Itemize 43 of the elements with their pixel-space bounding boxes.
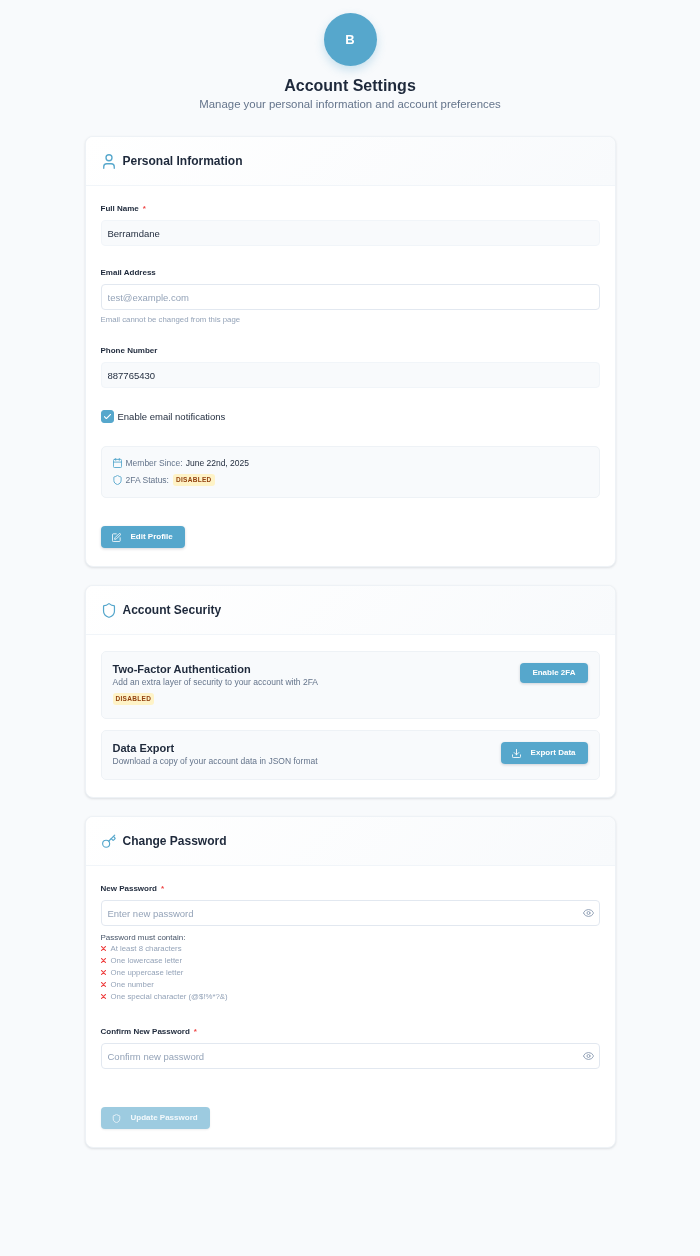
field-label: Email Address [100,268,156,278]
page-subtitle: Manage your personal information and account preferences [199,97,501,111]
field-label: Phone Number [100,346,158,356]
check-icon [103,414,111,419]
text-field[interactable]: 887765430 [100,362,600,388]
avatar: B [323,13,377,66]
eye-icon[interactable] [582,909,594,917]
required-mark: * [193,1027,197,1037]
eye-icon[interactable] [582,1052,594,1060]
requirements-title: Password must contain: [100,933,187,942]
checkbox-label[interactable]: Enable email notifications [117,410,226,423]
calendar-icon [112,458,122,468]
field-label: New Password [100,884,157,894]
setting-title: Two-Factor Authentication [112,663,251,675]
info-value: June 22nd, 2025 [185,458,249,468]
field-label: Confirm New Password [100,1027,190,1037]
key-icon [101,833,116,849]
required-mark: * [160,884,165,894]
info-label: Member Since: [125,458,183,468]
action-button[interactable]: Export Data [500,742,588,764]
shield-icon [111,1113,121,1123]
required-mark: * [142,204,146,214]
action-button[interactable]: Enable 2FA [520,663,588,683]
text-field[interactable]: test@example.com [100,284,600,310]
section-title: Change Password [122,833,227,849]
info-label: 2FA Status: [125,475,169,485]
edit-icon [111,532,121,542]
section-title: Account Security [122,602,222,618]
text-field[interactable]: Berramdane [100,220,600,246]
download-icon [511,748,521,758]
password-field[interactable]: Confirm new password [100,1043,600,1069]
shield-icon [101,602,116,618]
section-title: Personal Information [122,153,243,169]
page-title: Account Settings [284,76,416,96]
field-label: Full Name [100,204,139,214]
checkbox[interactable] [100,410,114,423]
person-icon [101,153,116,169]
setting-description: Download a copy of your account data in JSON format [112,756,318,766]
setting-description: Add an extra layer of security to your account with 2FA [112,677,319,687]
shield-icon [112,475,122,485]
password-field[interactable]: Enter new password [100,900,600,926]
setting-title: Data Export [112,742,175,754]
edit-profile-button[interactable]: Edit Profile [100,526,185,548]
